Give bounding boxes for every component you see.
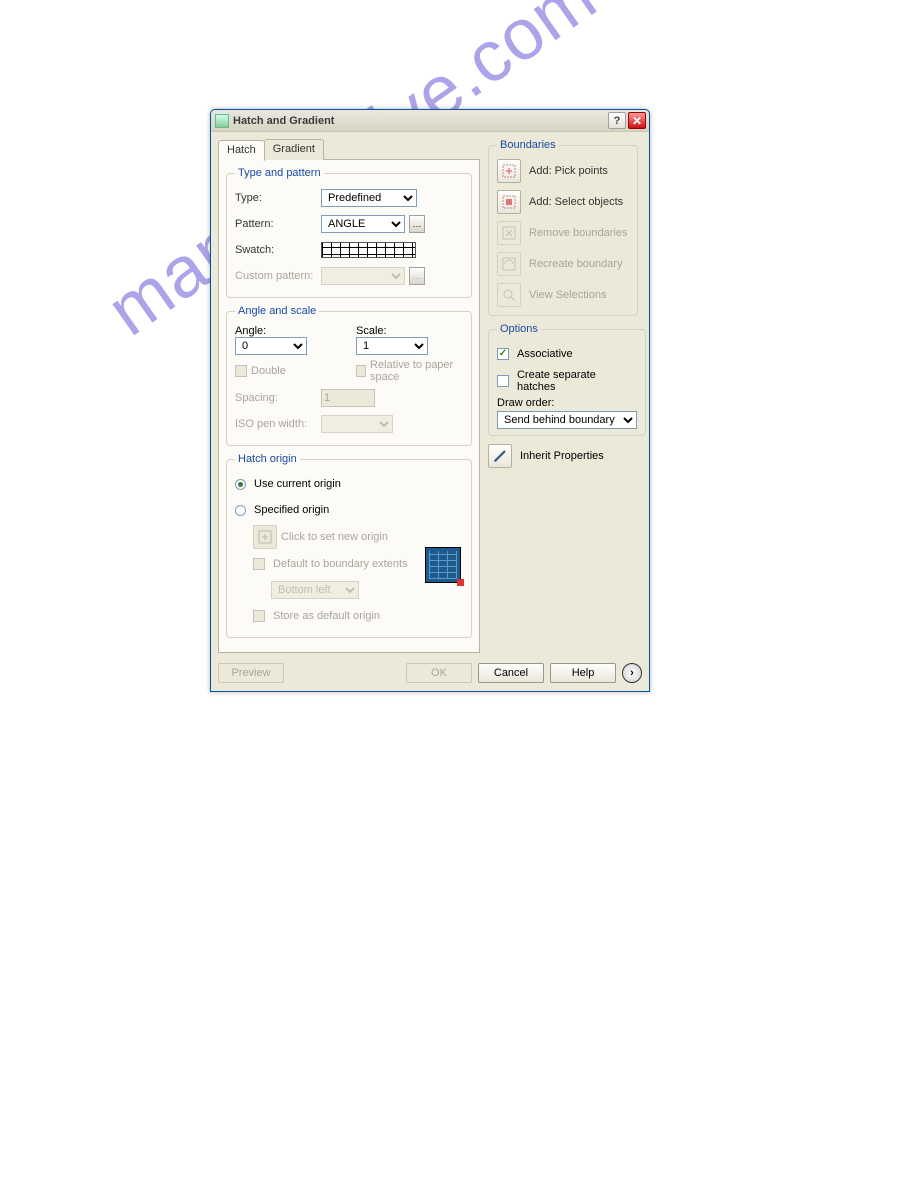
inherit-properties-label: Inherit Properties [520,450,604,462]
hatch-origin-group: Hatch origin Use current origin Specifie… [226,453,472,638]
button-bar: Preview OK Cancel Help › [218,653,642,683]
specified-origin-radio[interactable] [235,505,246,516]
app-icon [215,114,229,128]
custom-pattern-browse: … [409,267,425,285]
tab-strip: Hatch Gradient [218,139,480,160]
iso-pen-select [321,415,393,433]
boundaries-legend: Boundaries [497,139,559,151]
use-current-origin-radio[interactable] [235,479,246,490]
iso-pen-label: ISO pen width: [235,418,317,430]
specified-origin-label: Specified origin [254,504,329,516]
boundaries-group: Boundaries Add: Pick points Add: Select … [488,139,638,316]
cancel-button[interactable]: Cancel [478,663,544,683]
close-button[interactable]: ✕ [628,112,646,129]
remove-boundaries-button [497,221,521,245]
custom-pattern-label: Custom pattern: [235,270,317,282]
spacing-input [321,389,375,407]
store-default-label: Store as default origin [273,610,380,622]
type-pattern-legend: Type and pattern [235,167,324,179]
type-select[interactable]: Predefined [321,189,417,207]
hatch-origin-legend: Hatch origin [235,453,300,465]
swatch-label: Swatch: [235,244,317,256]
relative-label: Relative to paper space [370,359,463,383]
associative-label: Associative [517,348,573,360]
extents-select: Bottom left [271,581,359,599]
tab-hatch[interactable]: Hatch [218,140,265,161]
recreate-boundary-button [497,252,521,276]
pattern-browse-button[interactable]: … [409,215,425,233]
pick-points-label: Add: Pick points [529,165,608,177]
draw-order-select[interactable]: Send behind boundary [497,411,637,429]
tab-gradient[interactable]: Gradient [264,139,324,160]
custom-pattern-select [321,267,405,285]
angle-label: Angle: [235,325,342,337]
ok-button: OK [406,663,472,683]
store-default-checkbox [253,610,265,622]
preview-button: Preview [218,663,284,683]
default-extents-checkbox [253,558,265,570]
default-extents-label: Default to boundary extents [273,558,408,570]
origin-preview-icon [425,547,461,583]
options-group: Options ✓ Associative Create separate ha… [488,323,646,436]
angle-scale-legend: Angle and scale [235,305,319,317]
set-new-origin-button [253,525,277,549]
angle-select[interactable]: 0 [235,337,307,355]
help-button[interactable]: Help [550,663,616,683]
set-new-origin-label: Click to set new origin [281,531,388,543]
pattern-select[interactable]: ANGLE [321,215,405,233]
hatch-gradient-dialog: Hatch and Gradient ? ✕ Hatch Gradient Ty… [210,109,650,692]
draw-order-label: Draw order: [497,397,637,409]
pick-points-button[interactable] [497,159,521,183]
remove-boundaries-label: Remove boundaries [529,227,627,239]
titlebar[interactable]: Hatch and Gradient ? ✕ [211,110,649,132]
help-titlebar-button[interactable]: ? [608,112,626,129]
window-title: Hatch and Gradient [233,115,606,127]
associative-checkbox[interactable]: ✓ [497,348,509,360]
inherit-properties-button[interactable] [488,444,512,468]
recreate-boundary-label: Recreate boundary [529,258,623,270]
double-checkbox [235,365,247,377]
view-selections-button [497,283,521,307]
angle-scale-group: Angle and scale Angle: 0 Scale: 1 [226,305,472,446]
view-selections-label: View Selections [529,289,606,301]
pattern-label: Pattern: [235,218,317,230]
use-current-origin-label: Use current origin [254,478,341,490]
separate-hatches-checkbox[interactable] [497,375,509,387]
spacing-label: Spacing: [235,392,317,404]
separate-hatches-label: Create separate hatches [517,369,637,393]
select-objects-button[interactable] [497,190,521,214]
scale-label: Scale: [356,325,463,337]
select-objects-label: Add: Select objects [529,196,623,208]
options-legend: Options [497,323,541,335]
relative-checkbox [356,365,366,377]
swatch-preview[interactable] [321,242,416,258]
type-pattern-group: Type and pattern Type: Predefined Patter… [226,167,472,298]
double-label: Double [251,365,286,377]
expand-dialog-button[interactable]: › [622,663,642,683]
type-label: Type: [235,192,317,204]
scale-select[interactable]: 1 [356,337,428,355]
